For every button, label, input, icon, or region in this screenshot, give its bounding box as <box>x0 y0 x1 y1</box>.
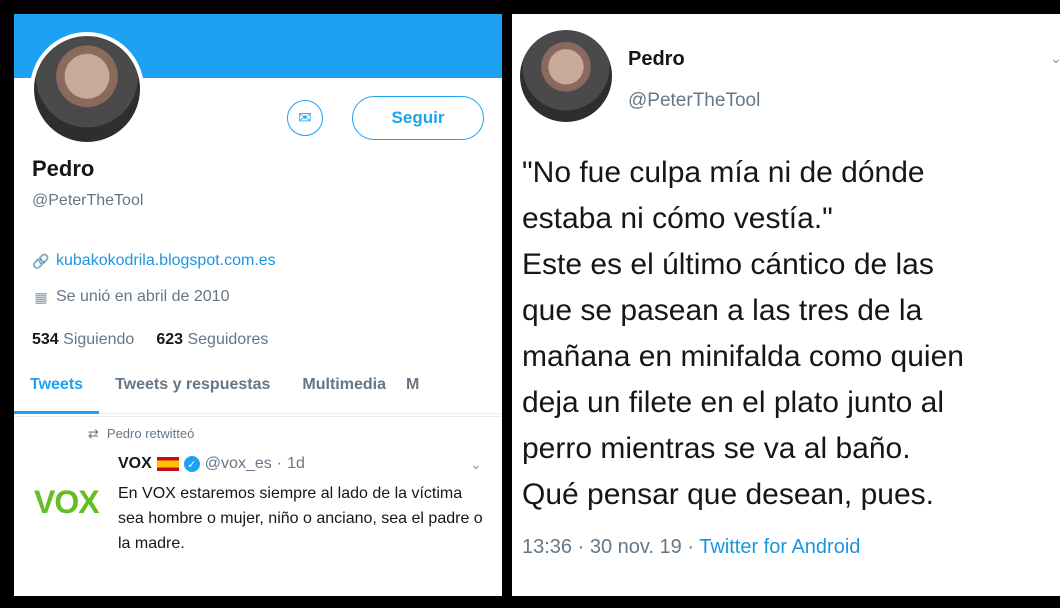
tweet-line: Este es el último cántico de las <box>522 248 934 281</box>
tweet-line: que se pasean a las tres de la <box>522 294 923 327</box>
retweet-indicator: ⇄ Pedro retwitteó <box>88 426 194 442</box>
tweet-line: deja un filete en el plato junto al <box>522 386 944 419</box>
tweet-date[interactable]: 30 nov. 19 <box>590 536 682 558</box>
tweet-source[interactable]: Twitter for Android <box>699 536 860 558</box>
chevron-down-icon[interactable]: ⌄ <box>1050 50 1060 67</box>
separator-dot: · <box>577 536 590 558</box>
profile-stats: 534 Siguiendo 623 Seguidores <box>32 331 268 349</box>
retweet-icon: ⇄ <box>88 426 99 441</box>
profile-handle: @PeterTheTool <box>32 192 144 209</box>
follow-button[interactable]: Seguir <box>352 96 484 140</box>
profile-name: Pedro <box>32 156 95 181</box>
tweet-author-name[interactable]: Pedro <box>628 48 685 71</box>
chevron-down-icon[interactable]: ⌄ <box>470 456 482 473</box>
retweet-author-name[interactable]: VOX <box>118 455 152 473</box>
profile-joined-row: ▦ Se unió en abril de 2010 <box>32 288 229 306</box>
link-icon: 🔗 <box>32 252 50 269</box>
profile-avatar[interactable] <box>30 32 144 146</box>
tab-tweets[interactable]: Tweets <box>14 370 100 414</box>
following-stat[interactable]: 534 Siguiendo <box>32 331 134 349</box>
tweet-meta: 13:36 · 30 nov. 19 · Twitter for Android <box>522 536 860 559</box>
separator-dot: · <box>276 455 283 472</box>
retweet-header: VOX ✓ @vox_es · 1d <box>118 455 305 473</box>
tabs-divider <box>14 416 502 417</box>
profile-tabs: Tweets Tweets y respuestas Multimedia M <box>14 370 502 414</box>
spain-flag-icon <box>156 457 179 471</box>
verified-icon: ✓ <box>183 456 200 472</box>
retweet-label: Pedro retwitteó <box>106 426 195 441</box>
vox-avatar-logo[interactable]: VOX <box>34 484 100 521</box>
retweet-time[interactable]: 1d <box>287 455 305 473</box>
envelope-icon: ✉ <box>298 110 312 127</box>
retweet-author-handle[interactable]: @vox_es <box>205 455 272 473</box>
tweet-time[interactable]: 13:36 <box>522 536 572 558</box>
profile-website-row: 🔗 kubakokodrila.blogspot.com.es <box>32 252 276 270</box>
profile-website-link[interactable]: kubakokodrila.blogspot.com.es <box>56 252 276 270</box>
tweet-avatar[interactable] <box>520 30 612 122</box>
retweet-text: En VOX estaremos siempre al lado de la v… <box>118 485 483 552</box>
message-button[interactable]: ✉ <box>287 100 323 136</box>
tweet-author-handle[interactable]: @PeterTheTool <box>628 90 760 112</box>
tweet-line: perro mientras se va al baño. <box>522 432 911 465</box>
separator-dot: · <box>687 536 700 558</box>
calendar-icon: ▦ <box>34 288 48 305</box>
tab-media[interactable]: Multimedia <box>286 370 402 414</box>
tweet-panel: Pedro @PeterTheTool ⌄ "No fue culpa mía … <box>512 14 1060 596</box>
tab-more[interactable]: M <box>402 370 435 414</box>
profile-panel: ✉ Seguir Pedro @PeterTheTool 🔗 kubakokod… <box>14 14 502 596</box>
tweet-line: Qué pensar que desean, pues. <box>522 478 934 511</box>
tweet-text: "No fue culpa mía ni de dónde estaba ni … <box>522 150 1060 518</box>
tweet-line: mañana en minifalda como quien <box>522 340 964 373</box>
followers-stat[interactable]: 623 Seguidores <box>156 331 268 349</box>
profile-joined: Se unió en abril de 2010 <box>56 288 230 305</box>
tweet-line: estaba ni cómo vestía." <box>522 202 833 235</box>
tab-tweets-replies[interactable]: Tweets y respuestas <box>99 370 286 414</box>
tweet-line: "No fue culpa mía ni de dónde <box>522 156 925 189</box>
